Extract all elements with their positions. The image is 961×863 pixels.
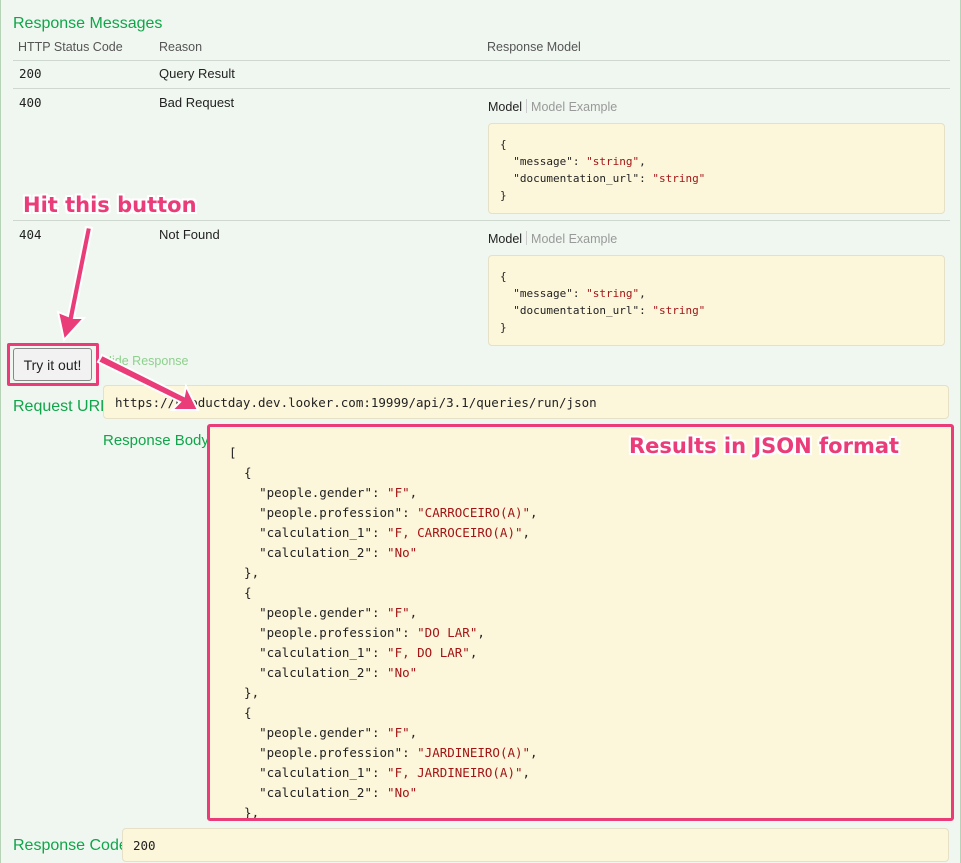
request-url-label: Request URL	[13, 398, 110, 415]
model-tabs-400: Model Model Example	[488, 99, 617, 114]
response-body-json: [ { "people.gender": "F", "people.profes…	[229, 445, 538, 820]
response-body-label: Response Body	[103, 432, 209, 449]
response-code-value: 200	[122, 828, 949, 862]
header-status-code: HTTP Status Code	[18, 40, 123, 54]
try-it-out-button[interactable]: Try it out!	[13, 348, 92, 381]
header-divider	[13, 60, 950, 61]
row-divider	[13, 220, 950, 221]
status-code-400: 400	[19, 95, 42, 110]
request-url-value: https://productday.dev.looker.com:19999/…	[103, 385, 949, 419]
model-tabs-404: Model Model Example	[488, 231, 617, 246]
status-code-200: 200	[19, 66, 42, 81]
model-example-tab[interactable]: Model Example	[531, 232, 617, 246]
model-schema-400: { "message": "string", "documentation_ur…	[488, 123, 945, 214]
reason-not-found: Not Found	[159, 227, 220, 242]
response-messages-title: Response Messages	[13, 15, 163, 32]
header-response-model: Response Model	[487, 40, 581, 54]
model-tab[interactable]: Model	[488, 232, 522, 246]
row-divider	[13, 88, 950, 89]
response-code-label: Response Code	[13, 837, 128, 854]
annotation-hit-button: Hit this button	[23, 193, 197, 217]
annotation-results-json: Results in JSON format	[629, 434, 900, 458]
model-tab[interactable]: Model	[488, 100, 522, 114]
hide-response-link[interactable]: Hide Response	[103, 354, 188, 368]
response-body-box[interactable]: [ { "people.gender": "F", "people.profes…	[207, 424, 954, 821]
status-code-404: 404	[19, 227, 42, 242]
header-reason: Reason	[159, 40, 203, 54]
reason-query-result: Query Result	[159, 66, 235, 81]
model-schema-404: { "message": "string", "documentation_ur…	[488, 255, 945, 346]
model-example-tab[interactable]: Model Example	[531, 100, 617, 114]
reason-bad-request: Bad Request	[159, 95, 235, 110]
